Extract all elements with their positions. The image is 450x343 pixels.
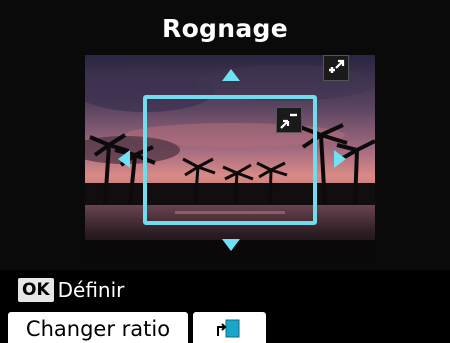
screen-title: Rognage <box>162 14 288 43</box>
change-ratio-button[interactable]: Changer ratio <box>8 312 188 343</box>
crop-screen: Rognage OK Définir Changer ratio <box>0 0 450 343</box>
zoom-in-button[interactable] <box>323 55 349 81</box>
triangle-down-icon[interactable] <box>222 239 240 251</box>
ok-hint: OK Définir <box>18 277 124 303</box>
rotate-frame-icon <box>216 319 239 338</box>
triangle-right-icon[interactable] <box>334 150 346 168</box>
ok-label: Définir <box>57 278 125 302</box>
triangle-up-icon[interactable] <box>222 69 240 81</box>
crop-frame[interactable] <box>143 95 317 225</box>
rotate-frame-button[interactable] <box>193 312 266 343</box>
ok-key-badge: OK <box>18 278 54 302</box>
triangle-left-icon[interactable] <box>118 150 130 168</box>
change-ratio-label: Changer ratio <box>25 317 171 341</box>
expand-icon <box>329 59 345 73</box>
